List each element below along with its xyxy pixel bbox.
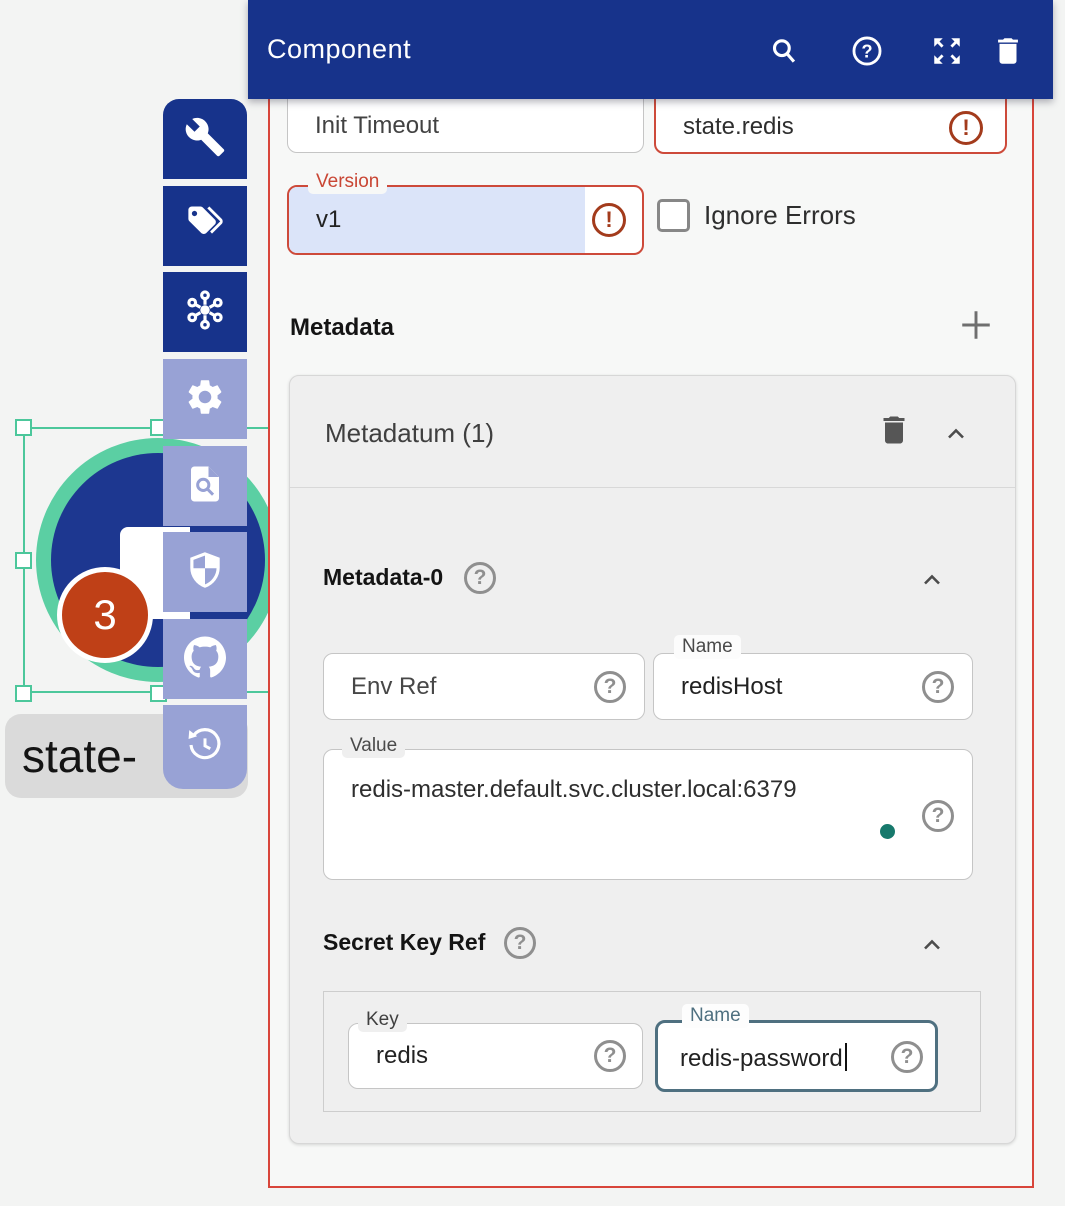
help-icon[interactable]: ? [504, 927, 536, 959]
toolbar-github-button[interactable] [163, 619, 247, 699]
metadata0-heading: Metadata-0 [323, 564, 443, 591]
add-metadata-button[interactable] [954, 303, 998, 347]
shield-icon [184, 549, 226, 596]
svg-text:?: ? [861, 41, 872, 62]
help-icon[interactable]: ? [849, 33, 885, 69]
error-icon: ! [949, 111, 983, 145]
help-icon[interactable]: ? [922, 671, 954, 703]
metadatum-accordion: Metadatum (1) Metadata-0 ? Env Ref ? Nam… [289, 375, 1016, 1144]
toolbar-shield-button[interactable] [163, 532, 247, 612]
version-value: v1 [316, 206, 341, 234]
chevron-up-icon [942, 420, 970, 448]
env-ref-placeholder: Env Ref [351, 673, 436, 701]
tags-icon [184, 203, 226, 250]
chevron-up-icon [918, 931, 946, 959]
metadata-heading: Metadata [290, 314, 394, 342]
help-icon[interactable]: ? [891, 1041, 923, 1073]
history-icon [184, 724, 226, 771]
text-caret [845, 1043, 847, 1071]
chevron-up-icon [918, 566, 946, 594]
toolbar-hub-button[interactable] [163, 272, 247, 352]
expand-icon[interactable] [929, 33, 965, 69]
selection-handle[interactable] [15, 552, 32, 569]
component-type-value: state.redis [683, 113, 794, 141]
help-icon[interactable]: ? [594, 1040, 626, 1072]
error-icon: ! [592, 203, 626, 237]
toolbar-history-button[interactable] [163, 705, 247, 789]
file-search-icon [184, 463, 226, 510]
secret-name-value: redis-password [680, 1045, 843, 1072]
divider [290, 487, 1015, 488]
delete-icon[interactable] [990, 33, 1026, 69]
secret-key-ref-heading: Secret Key Ref [323, 929, 485, 956]
version-field[interactable]: v1 ! [287, 185, 644, 255]
status-dot [880, 824, 895, 839]
toolbar-file-search-button[interactable] [163, 446, 247, 526]
toolbar-wrench-button[interactable] [163, 99, 247, 179]
selection-handle[interactable] [15, 419, 32, 436]
plus-icon [954, 303, 998, 347]
env-ref-field[interactable]: Env Ref ? [323, 653, 645, 720]
hub-icon [184, 289, 226, 336]
key-field-label: Key [358, 1008, 407, 1032]
error-count-badge: 3 [57, 567, 153, 663]
help-icon[interactable]: ? [922, 800, 954, 832]
secret-name-field[interactable]: redis-password ? [655, 1020, 938, 1092]
help-icon[interactable]: ? [464, 562, 496, 594]
collapse-metadatum-button[interactable] [942, 420, 970, 448]
metadata-value-field[interactable]: redis-master.default.svc.cluster.local:6… [323, 749, 973, 880]
secret-name-field-label: Name [682, 1004, 749, 1028]
init-timeout-field[interactable]: Init Timeout [287, 97, 644, 153]
selection-handle[interactable] [15, 685, 32, 702]
toolbar-tags-button[interactable] [163, 186, 247, 266]
component-type-field[interactable]: state.redis ! [654, 97, 1007, 154]
help-icon[interactable]: ? [594, 671, 626, 703]
settings-gear-icon [184, 376, 226, 423]
secret-key-value: redis [376, 1042, 428, 1070]
value-field-label: Value [342, 734, 405, 758]
metadata-value-text: redis-master.default.svc.cluster.local:6… [351, 776, 797, 804]
init-timeout-placeholder: Init Timeout [315, 112, 439, 140]
version-field-label: Version [308, 170, 387, 194]
secret-key-field[interactable]: redis ? [348, 1023, 643, 1089]
metadatum-title: Metadatum (1) [325, 418, 494, 449]
collapse-metadata0-button[interactable] [918, 566, 946, 594]
wrench-icon [184, 116, 226, 163]
name-field-label: Name [674, 635, 741, 659]
ignore-errors-checkbox[interactable] [657, 199, 690, 232]
panel-title: Component [267, 34, 411, 65]
trash-icon [876, 410, 912, 450]
search-icon[interactable] [766, 33, 802, 69]
delete-metadatum-button[interactable] [876, 410, 912, 450]
metadata-name-field[interactable]: redisHost ? [653, 653, 973, 720]
collapse-secret-key-ref-button[interactable] [918, 931, 946, 959]
component-form-panel: Init Timeout state.redis ! Version v1 ! … [268, 97, 1034, 1188]
github-icon [184, 636, 226, 683]
panel-header: Component ? [248, 0, 1053, 99]
metadata-name-value: redisHost [681, 673, 782, 701]
ignore-errors-label: Ignore Errors [704, 200, 856, 231]
toolbar-settings-button[interactable] [163, 359, 247, 439]
